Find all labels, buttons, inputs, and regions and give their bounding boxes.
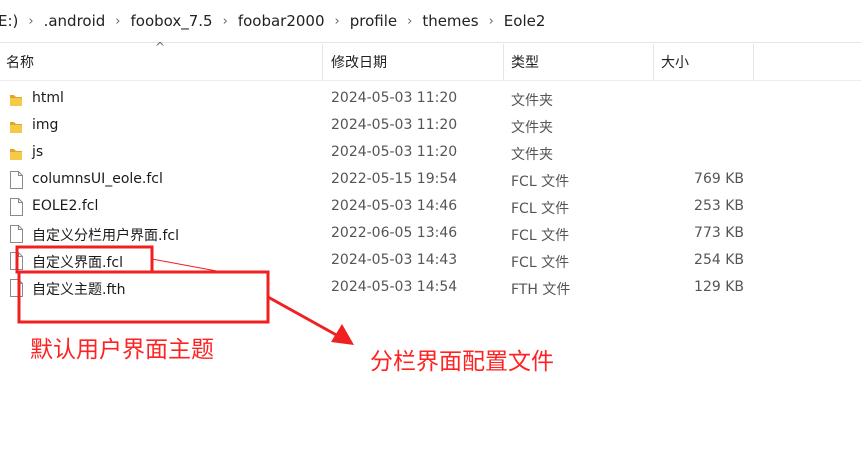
file-icon bbox=[8, 197, 24, 217]
file-type: FTH 文件 bbox=[511, 282, 571, 298]
file-name: html bbox=[32, 90, 64, 106]
file-type: FCL 文件 bbox=[511, 174, 570, 190]
breadcrumb-item[interactable]: profile bbox=[346, 12, 401, 30]
file-icon bbox=[8, 278, 24, 298]
column-divider[interactable] bbox=[322, 44, 323, 80]
file-row[interactable]: columnsUI_eole.fcl 2022-05-15 19:54 FCL 文件… bbox=[0, 167, 861, 194]
breadcrumb-item[interactable]: themes bbox=[418, 12, 482, 30]
file-type: FCL 文件 bbox=[511, 255, 570, 271]
file-modified-date: 2024-05-03 11:20 bbox=[331, 90, 458, 106]
file-row[interactable]: 自定义界面.fcl 2024-05-03 14:43 FCL 文件 254 KB bbox=[0, 248, 861, 275]
file-modified-date: 2022-05-15 19:54 bbox=[331, 171, 458, 187]
column-header-row: ^ 名称 修改日期 类型 大小 bbox=[0, 40, 861, 81]
column-divider[interactable] bbox=[653, 44, 654, 80]
file-size: 769 KB bbox=[694, 171, 744, 187]
file-row[interactable]: 自定义主题.fth 2024-05-03 14:54 FTH 文件 129 KB bbox=[0, 275, 861, 302]
annotation-default-theme: 默认用户界面主题 bbox=[30, 337, 214, 363]
file-size: 254 KB bbox=[694, 252, 744, 268]
file-type: FCL 文件 bbox=[511, 228, 570, 244]
file-name: 自定义分栏用户界面.fcl bbox=[32, 228, 179, 244]
breadcrumb-separator-icon[interactable]: › bbox=[217, 14, 234, 29]
file-name: 自定义界面.fcl bbox=[32, 255, 123, 271]
file-row[interactable]: img 2024-05-03 11:20 文件夹 bbox=[0, 113, 861, 140]
breadcrumb-item[interactable]: .android bbox=[40, 12, 110, 30]
file-list: html 2024-05-03 11:20 文件夹 img 2024-05-03 11:… bbox=[0, 86, 861, 302]
annotation-column-config: 分栏界面配置文件 bbox=[370, 349, 554, 375]
file-type: 文件夹 bbox=[511, 93, 553, 109]
file-size: 129 KB bbox=[694, 279, 744, 295]
folder-icon bbox=[8, 89, 24, 109]
file-name: img bbox=[32, 117, 59, 133]
file-row[interactable]: 自定义分栏用户界面.fcl 2022-06-05 13:46 FCL 文件 773 K… bbox=[0, 221, 861, 248]
column-size-header[interactable]: 大小 bbox=[661, 52, 689, 72]
arrow-head-icon bbox=[331, 324, 354, 345]
file-name: EOLE2.fcl bbox=[32, 198, 99, 214]
file-type: 文件夹 bbox=[511, 147, 553, 163]
breadcrumb-item[interactable]: Eole2 bbox=[500, 12, 550, 30]
column-date-header[interactable]: 修改日期 bbox=[331, 52, 387, 72]
file-type: FCL 文件 bbox=[511, 201, 570, 217]
folder-icon bbox=[8, 143, 24, 163]
file-modified-date: 2022-06-05 13:46 bbox=[331, 225, 458, 241]
breadcrumb-separator-icon[interactable]: › bbox=[329, 14, 346, 29]
sort-ascending-icon: ^ bbox=[155, 40, 166, 54]
file-size: 253 KB bbox=[694, 198, 744, 214]
file-icon bbox=[8, 170, 24, 190]
file-icon bbox=[8, 251, 24, 271]
breadcrumb-separator-icon[interactable]: › bbox=[401, 14, 418, 29]
breadcrumb-separator-icon[interactable]: › bbox=[483, 14, 500, 29]
file-icon bbox=[8, 224, 24, 244]
file-row[interactable]: js 2024-05-03 11:20 文件夹 bbox=[0, 140, 861, 167]
breadcrumb-separator-icon[interactable]: › bbox=[22, 14, 39, 29]
file-size: 773 KB bbox=[694, 225, 744, 241]
file-row[interactable]: html 2024-05-03 11:20 文件夹 bbox=[0, 86, 861, 113]
folder-icon bbox=[8, 116, 24, 136]
file-modified-date: 2024-05-03 14:43 bbox=[331, 252, 458, 268]
file-name: 自定义主题.fth bbox=[32, 282, 126, 298]
breadcrumb-item[interactable]: foobox_7.5 bbox=[127, 12, 217, 30]
breadcrumb-separator-icon[interactable]: › bbox=[109, 14, 126, 29]
file-row[interactable]: EOLE2.fcl 2024-05-03 14:46 FCL 文件 253 KB bbox=[0, 194, 861, 221]
column-divider[interactable] bbox=[503, 44, 504, 80]
file-modified-date: 2024-05-03 14:46 bbox=[331, 198, 458, 214]
file-modified-date: 2024-05-03 14:54 bbox=[331, 279, 458, 295]
breadcrumb-item[interactable]: E:) bbox=[0, 12, 22, 30]
breadcrumb: E:) › .android › foobox_7.5 › foobar2000 › profi… bbox=[0, 0, 861, 43]
file-type: 文件夹 bbox=[511, 120, 553, 136]
breadcrumb-item[interactable]: foobar2000 bbox=[234, 12, 329, 30]
file-modified-date: 2024-05-03 11:20 bbox=[331, 144, 458, 160]
column-divider[interactable] bbox=[753, 44, 754, 80]
file-name: js bbox=[32, 144, 44, 160]
column-type-header[interactable]: 类型 bbox=[511, 52, 539, 72]
column-name-header[interactable]: 名称 bbox=[6, 52, 34, 72]
file-name: columnsUI_eole.fcl bbox=[32, 171, 163, 187]
file-modified-date: 2024-05-03 11:20 bbox=[331, 117, 458, 133]
arrow-line bbox=[267, 295, 341, 339]
